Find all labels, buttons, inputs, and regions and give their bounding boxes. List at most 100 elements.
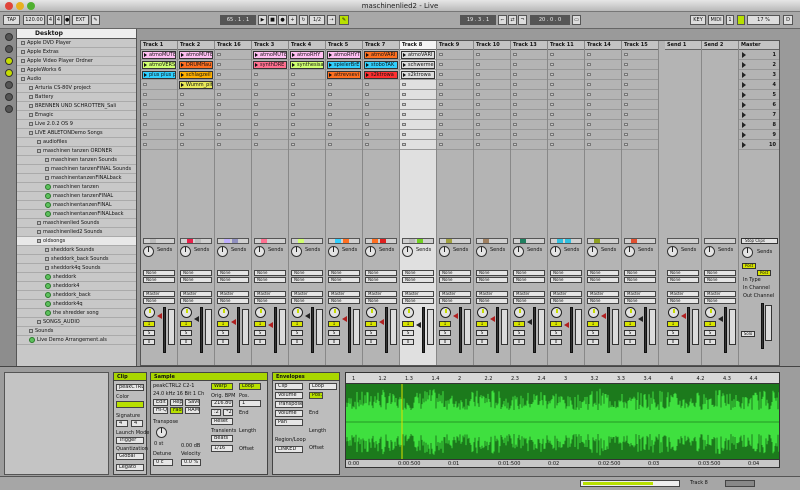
clip-slot[interactable] [548,140,584,150]
post-button[interactable]: Post [757,270,771,276]
track-title[interactable]: Track 11 [548,41,584,50]
clip-stop-icon[interactable] [291,133,295,136]
scene-launch-icon[interactable] [742,112,746,118]
clip-slot[interactable] [437,70,473,80]
warp-button[interactable]: Warp [211,383,233,390]
clip-stop-icon[interactable] [402,123,406,126]
clip-slot[interactable] [289,140,325,150]
volume-marker-icon[interactable] [416,322,421,328]
pan-knob[interactable] [440,307,451,318]
clip-stop-icon[interactable] [365,83,369,86]
clip-slot[interactable] [289,70,325,80]
input-routing-menu[interactable]: None [624,270,656,276]
clip-stop-icon[interactable] [143,143,147,146]
output-channel-menu[interactable]: None [291,298,323,304]
track-activator-button[interactable]: 1 [513,321,525,327]
scene-slot[interactable]: 7 [739,110,779,120]
clip-slot[interactable] [363,80,399,90]
clip-slot[interactable] [289,130,325,140]
punch-length-field[interactable]: 20 . 0 . 0 [530,15,570,25]
signature-numerator[interactable]: 4 [47,15,54,25]
clip-stop-icon[interactable] [550,73,554,76]
clip-play-icon[interactable] [366,73,369,77]
legato-button[interactable]: Legato [116,464,144,471]
track-activator-button[interactable]: 1 [291,321,303,327]
volume-marker-icon[interactable] [379,319,384,325]
pan-envelope-button[interactable]: Pan [275,419,303,426]
pan-knob[interactable] [477,307,488,318]
input-routing-menu[interactable]: None [704,270,736,276]
clip-slot[interactable] [289,100,325,110]
track-title[interactable]: Track 3 [252,41,288,50]
output-channel-menu[interactable]: None [217,298,249,304]
clip-play-icon[interactable] [181,53,184,57]
launch-mode-menu[interactable]: Trigger [116,437,144,444]
clip-slot[interactable] [511,60,547,70]
clip-stop-icon[interactable] [624,93,628,96]
clip-stop-icon[interactable] [439,83,443,86]
clip-play-icon[interactable] [144,63,147,67]
solo-button[interactable]: S [476,330,488,336]
loop-icon[interactable]: ⇄ [508,15,517,25]
disk-browser-3-icon[interactable] [5,69,13,77]
clip-slot[interactable]: atmoRHYT [326,50,362,60]
clip[interactable]: atmoMUTE [179,51,213,59]
input-routing-menu[interactable]: None [328,270,360,276]
output-channel-menu[interactable]: None [667,298,699,304]
clip-slot[interactable] [326,120,362,130]
arm-button[interactable]: 0 [143,339,155,345]
browser-item[interactable]: Emagic [17,111,136,120]
browser-item[interactable]: maschinentanzenFINALback [17,174,136,183]
solo-button[interactable]: S [402,330,414,336]
send-knob[interactable] [402,246,413,257]
browser-item[interactable]: LIVE ABLETONDemo Songs [17,129,136,138]
clip-stop-icon[interactable] [365,113,369,116]
clip-play-icon[interactable] [144,73,147,77]
track-activator-button[interactable]: 1 [624,321,636,327]
clip-slot[interactable]: atmoVARI [363,50,399,60]
volume-fader[interactable] [612,309,619,345]
pan-knob[interactable] [144,307,155,318]
waveform[interactable] [346,384,780,461]
clip-slot[interactable] [437,130,473,140]
pan-knob[interactable] [329,307,340,318]
clip-slot[interactable] [548,60,584,70]
clip-slot[interactable] [474,50,510,60]
clip-stop-icon[interactable] [254,113,258,116]
track-title[interactable]: Track 13 [511,41,547,50]
clip-stop-icon[interactable] [254,103,258,106]
input-channel-menu[interactable]: None [550,277,582,283]
browser-item[interactable]: oldsongs [17,237,136,246]
scene-launch-icon[interactable] [742,132,746,138]
pan-knob[interactable] [181,307,192,318]
browser-item[interactable]: maschinen tanzenFINAL [17,192,136,201]
input-routing-menu[interactable]: None [217,270,249,276]
clip-slot[interactable] [215,130,251,140]
clip-stop-icon[interactable] [513,123,517,126]
scene-launch-icon[interactable] [742,92,746,98]
pan-knob[interactable] [668,307,679,318]
key-map-button[interactable]: KEY [690,15,706,25]
clip-slot[interactable] [363,130,399,140]
clip-stop-icon[interactable] [254,133,258,136]
track-title[interactable]: Track 4 [289,41,325,50]
clip-slot[interactable]: atmoRHY [289,50,325,60]
volume-fader[interactable] [242,309,249,345]
clip-slot[interactable] [437,100,473,110]
volume-marker-icon[interactable] [194,316,199,322]
clip-slot[interactable] [511,70,547,80]
clip-stop-icon[interactable] [254,123,258,126]
output-channel-menu[interactable]: None [513,298,545,304]
clip-slot[interactable] [215,70,251,80]
volume-fader[interactable] [729,309,736,345]
clip-stop-icon[interactable] [624,113,628,116]
clip-slot[interactable] [585,50,621,60]
track-title[interactable]: Track 10 [474,41,510,50]
clip-slot[interactable] [178,130,214,140]
volume-fader[interactable] [168,309,175,345]
input-routing-menu[interactable]: None [402,270,434,276]
send-knob[interactable] [439,246,450,257]
clip-slot[interactable] [548,120,584,130]
track-activator-button[interactable]: 1 [143,321,155,327]
return-track-title[interactable]: Send 2 [702,41,738,50]
